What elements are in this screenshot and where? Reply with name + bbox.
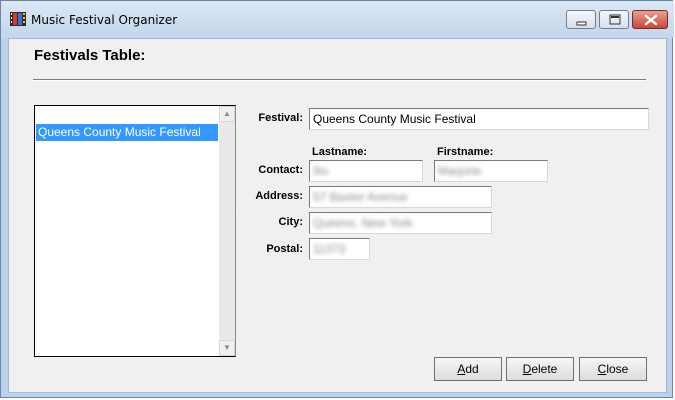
festival-name-field[interactable]: Queens County Music Festival	[309, 108, 649, 130]
close-window-button[interactable]	[632, 10, 668, 29]
contact-lastname-field[interactable]: Ilio	[309, 160, 423, 182]
vertical-scrollbar[interactable]: ▲ ▼	[219, 106, 235, 356]
app-window: Music Festival Organizer Festivals Table…	[0, 0, 674, 398]
city-value: Queens, New York	[313, 216, 413, 230]
contact-label: Contact:	[258, 164, 303, 176]
title-bar[interactable]: Music Festival Organizer	[1, 1, 674, 38]
maximize-icon	[609, 14, 621, 25]
maximize-button[interactable]	[599, 10, 629, 29]
address-value: 57 Baxter Avenue	[313, 190, 408, 204]
window-title: Music Festival Organizer	[31, 13, 178, 27]
add-button[interactable]: Add	[434, 357, 502, 381]
scroll-down-arrow-icon[interactable]: ▼	[219, 340, 235, 356]
lastname-header: Lastname:	[312, 146, 368, 158]
festivals-listbox[interactable]: Queens County Music Festival ▲ ▼	[34, 105, 236, 357]
film-strip-icon	[10, 11, 26, 27]
contact-lastname-value: Ilio	[313, 164, 329, 178]
client-area: Festivals Table: Queens County Music Fes…	[8, 38, 667, 393]
postal-value: 11373	[313, 242, 346, 256]
festival-label: Festival:	[258, 112, 303, 124]
contact-firstname-field[interactable]: Marjorie	[434, 160, 548, 182]
postal-field[interactable]: 11373	[309, 238, 370, 260]
contact-firstname-value: Marjorie	[438, 164, 482, 178]
close-button[interactable]: Close	[579, 357, 647, 381]
divider	[33, 79, 646, 81]
postal-label: Postal:	[266, 243, 303, 255]
address-label: Address:	[255, 190, 303, 202]
page-title: Festivals Table:	[34, 47, 146, 64]
list-item-selected[interactable]: Queens County Music Festival	[36, 124, 218, 141]
firstname-header: Firstname:	[437, 146, 494, 158]
close-icon	[644, 14, 658, 26]
scroll-up-arrow-icon[interactable]: ▲	[219, 106, 235, 122]
city-field[interactable]: Queens, New York	[309, 212, 492, 234]
minimize-icon	[576, 21, 587, 26]
city-label: City:	[278, 216, 303, 228]
delete-button[interactable]: Delete	[506, 357, 574, 381]
address-field[interactable]: 57 Baxter Avenue	[309, 186, 492, 208]
minimize-button[interactable]	[566, 10, 596, 29]
